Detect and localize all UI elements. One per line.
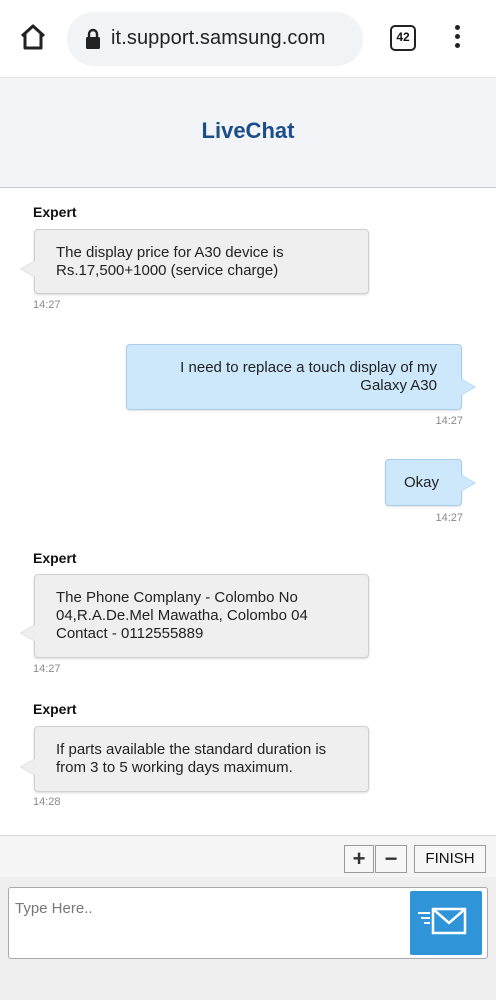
lock-icon <box>85 28 101 50</box>
browser-toolbar: it.support.samsung.com 42 <box>0 0 496 78</box>
chat-header: LiveChat <box>0 78 496 188</box>
tab-switcher-button[interactable]: 42 <box>390 25 416 51</box>
incoming-message: The Phone Complany - Colombo No 04,R.A.D… <box>34 574 369 658</box>
message-list[interactable]: Expert The display price for A30 device … <box>0 189 496 835</box>
incoming-message: If parts available the standard duration… <box>34 726 369 792</box>
send-button[interactable] <box>410 891 482 955</box>
incoming-message: The display price for A30 device is Rs.1… <box>34 229 369 294</box>
overflow-menu-icon[interactable] <box>450 22 464 54</box>
message-time: 14:27 <box>33 663 61 675</box>
message-sender: Expert <box>33 701 77 717</box>
page-title: LiveChat <box>201 118 295 143</box>
chat-controls: + − FINISH <box>0 835 496 877</box>
message-sender: Expert <box>33 550 77 566</box>
zoom-out-button[interactable]: − <box>375 845 407 873</box>
finish-button[interactable]: FINISH <box>414 845 486 873</box>
address-bar[interactable]: it.support.samsung.com <box>67 12 363 66</box>
home-icon[interactable] <box>18 22 48 52</box>
message-time: 14:27 <box>435 512 463 524</box>
message-time: 14:27 <box>435 415 463 427</box>
compose-area <box>0 877 496 1000</box>
url-text: it.support.samsung.com <box>111 27 326 49</box>
outgoing-message: I need to replace a touch display of my … <box>126 344 462 410</box>
zoom-in-button[interactable]: + <box>344 845 374 873</box>
message-sender: Expert <box>33 204 77 220</box>
message-time: 14:27 <box>33 299 61 311</box>
message-time: 14:28 <box>33 796 61 808</box>
outgoing-message: Okay <box>385 459 462 506</box>
send-mail-icon <box>418 907 467 935</box>
